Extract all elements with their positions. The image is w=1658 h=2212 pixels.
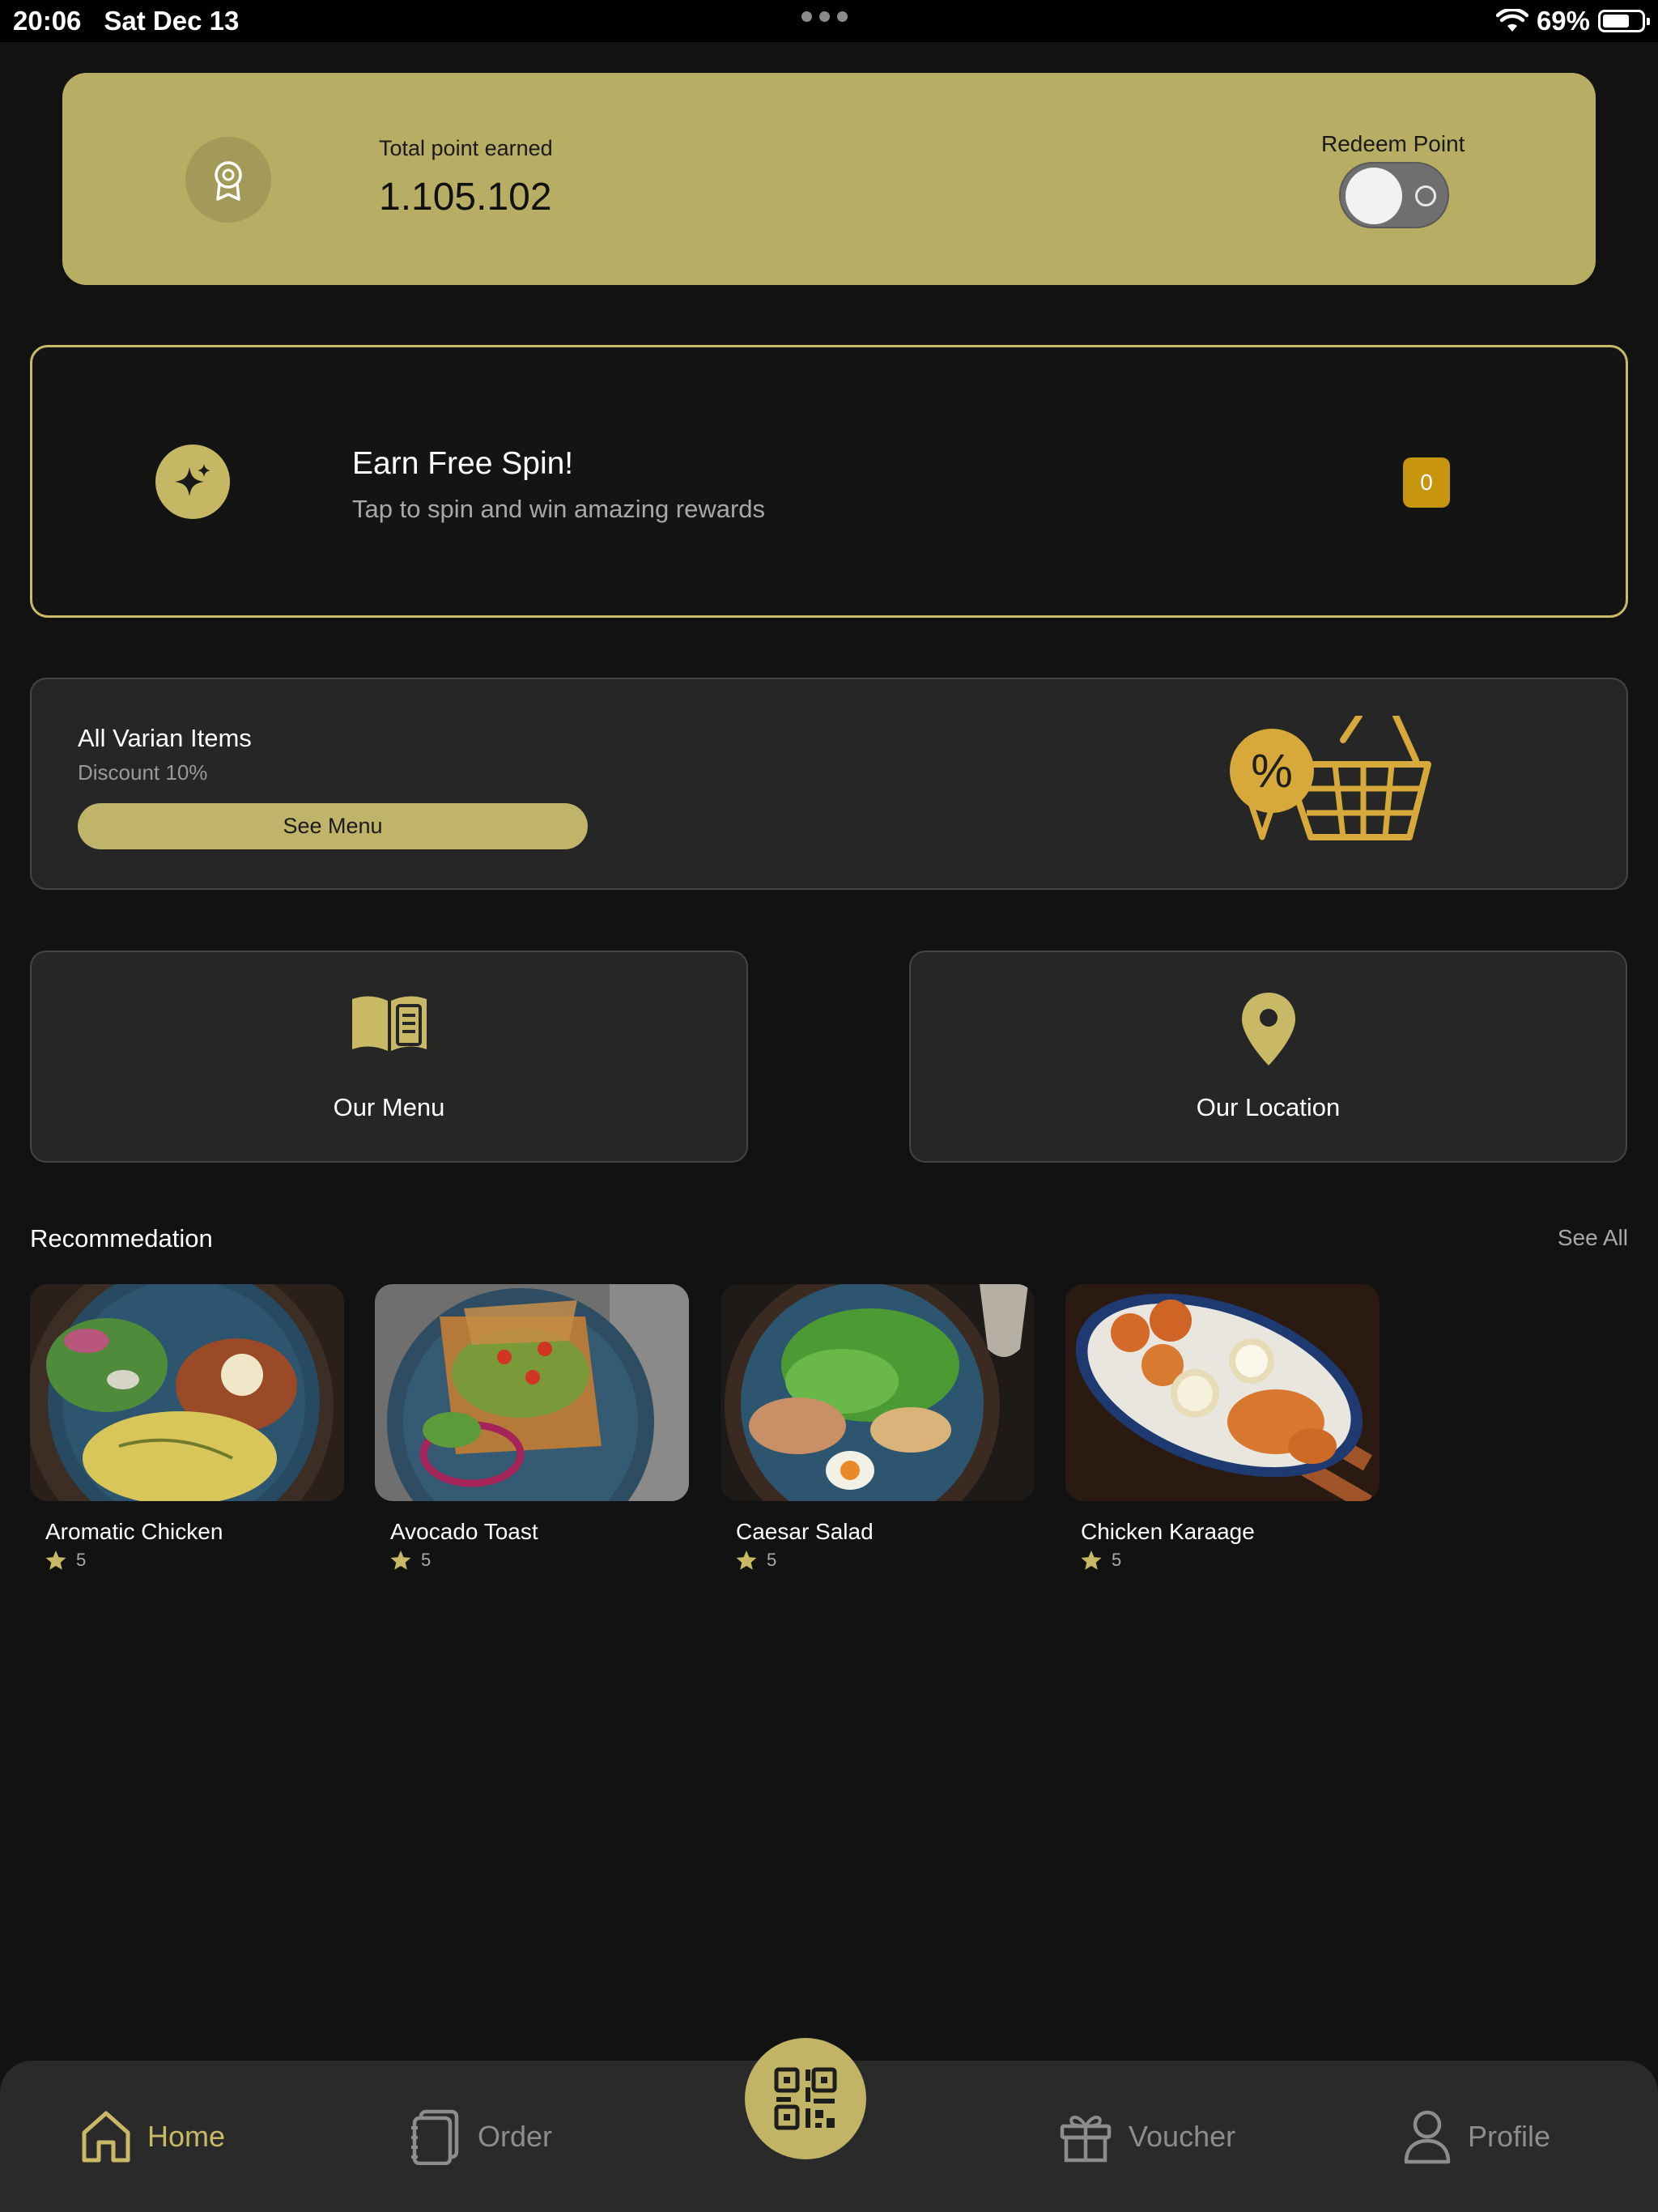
multitasking-dots-icon[interactable] [801, 11, 848, 22]
rating-value: 5 [76, 1550, 87, 1570]
recommendation-card[interactable]: Caesar Salad 5 [721, 1284, 1035, 1570]
nav-profile[interactable]: Profile [1403, 2061, 1550, 2212]
spin-count-badge: 0 [1403, 457, 1450, 508]
star-icon [390, 1550, 411, 1570]
wifi-icon [1495, 9, 1528, 32]
location-pin-icon [1241, 993, 1295, 1066]
promo-percent-symbol: % [1251, 745, 1293, 798]
our-location-tile[interactable]: Our Location [909, 951, 1627, 1163]
food-rating: 5 [736, 1550, 776, 1571]
food-image [721, 1284, 1035, 1501]
nav-home-label: Home [147, 2119, 226, 2153]
rating-value: 5 [421, 1550, 432, 1570]
order-notebook-icon [411, 2109, 459, 2165]
food-image [375, 1284, 689, 1501]
nav-voucher-label: Voucher [1129, 2119, 1236, 2153]
redeem-point-toggle[interactable] [1339, 162, 1449, 228]
food-name: Avocado Toast [390, 1519, 538, 1544]
status-time: 20:06 [13, 6, 82, 36]
star-icon [1081, 1550, 1102, 1570]
nav-profile-label: Profile [1468, 2119, 1551, 2153]
home-screen: 20:06 Sat Dec 13 69% Total point earned … [0, 0, 1658, 2212]
food-image [30, 1284, 344, 1501]
star-icon [45, 1550, 66, 1570]
battery-icon [1598, 10, 1650, 32]
home-icon [82, 2111, 130, 2162]
profile-user-icon [1404, 2110, 1451, 2163]
recommendation-card[interactable]: Chicken Karaage 5 [1065, 1284, 1380, 1570]
nav-home[interactable]: Home [81, 2061, 225, 2212]
rating-value: 5 [1112, 1550, 1122, 1570]
our-location-label: Our Location [1196, 1093, 1341, 1121]
sparkle-icon [155, 445, 230, 519]
promo-subtitle: Discount 10% [78, 760, 208, 785]
nav-order[interactable]: Order [411, 2061, 552, 2212]
food-name: Aromatic Chicken [45, 1519, 223, 1544]
see-all-link[interactable]: See All [1558, 1225, 1628, 1251]
menu-book-icon [351, 996, 427, 1051]
discount-basket-icon: % [1230, 716, 1431, 840]
spin-subtitle: Tap to spin and win amazing rewards [352, 495, 766, 523]
redeem-label: Redeem Point [1321, 131, 1465, 156]
recommendation-card[interactable]: Aromatic Chicken 5 [30, 1284, 344, 1570]
status-bar: 20:06 Sat Dec 13 69% [0, 0, 1658, 42]
points-value: 1.105.102 [379, 176, 552, 219]
free-spin-card[interactable]: Earn Free Spin! Tap to spin and win amaz… [30, 345, 1628, 618]
food-name: Chicken Karaage [1081, 1519, 1255, 1544]
award-badge-icon [185, 137, 271, 223]
nav-order-label: Order [478, 2119, 553, 2153]
points-card: Total point earned 1.105.102 Redeem Poin… [62, 73, 1596, 285]
food-rating: 5 [390, 1550, 431, 1571]
our-menu-tile[interactable]: Our Menu [30, 951, 748, 1163]
see-menu-button[interactable]: See Menu [78, 803, 588, 849]
qr-code-icon [774, 2067, 837, 2130]
spin-title: Earn Free Spin! [352, 446, 574, 481]
nav-voucher[interactable]: Voucher [1059, 2061, 1235, 2212]
recommendation-card[interactable]: Avocado Toast 5 [375, 1284, 689, 1570]
toggle-off-indicator [1415, 185, 1436, 206]
food-rating: 5 [45, 1550, 86, 1571]
food-name: Caesar Salad [736, 1519, 874, 1544]
promo-title: All Varian Items [78, 724, 252, 752]
our-menu-label: Our Menu [333, 1093, 445, 1121]
status-right: 69% [1495, 0, 1650, 42]
promo-card: All Varian Items Discount 10% See Menu % [30, 678, 1628, 890]
battery-percent: 69% [1536, 6, 1590, 36]
recommendation-heading: Recommedation [30, 1224, 213, 1253]
status-date: Sat Dec 13 [104, 6, 240, 36]
star-icon [736, 1550, 757, 1570]
food-rating: 5 [1081, 1550, 1121, 1571]
food-image [1065, 1284, 1380, 1501]
rating-value: 5 [767, 1550, 777, 1570]
gift-icon [1060, 2115, 1112, 2162]
points-label: Total point earned [379, 136, 553, 160]
qr-scan-button[interactable] [745, 2038, 866, 2159]
toggle-knob [1346, 168, 1402, 224]
